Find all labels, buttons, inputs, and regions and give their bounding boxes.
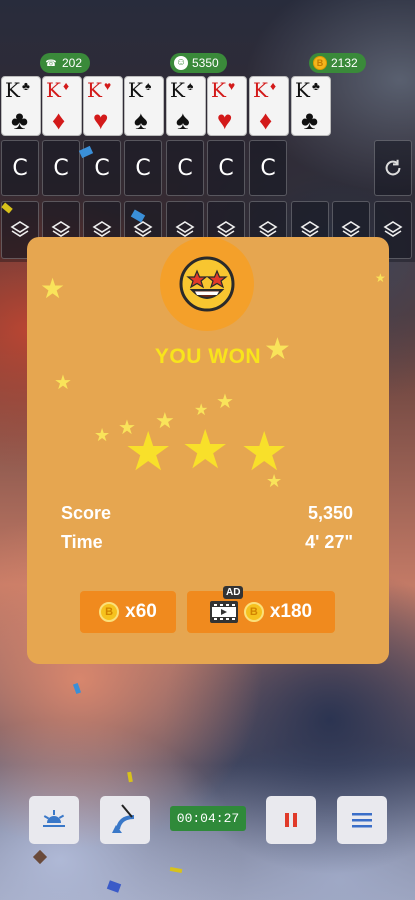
score-value: 5350 — [192, 56, 219, 70]
reward-multiplier: x60 — [125, 601, 157, 622]
coin-icon: B — [313, 56, 327, 70]
foundation-card[interactable]: K ♣ ♣ — [291, 76, 331, 136]
video-ad-icon — [209, 601, 238, 623]
earned-star-1-icon: ★ — [124, 422, 173, 482]
ad-reward-multiplier: x180 — [269, 601, 313, 622]
card-suit-small: ♥ — [104, 79, 112, 93]
foundation-card[interactable]: K ♦ ♦ — [42, 76, 82, 136]
card-rank: K — [170, 78, 185, 102]
tableau-slot[interactable]: C — [207, 140, 245, 196]
card-suit-large: ♥ — [217, 105, 233, 135]
card-rank: K — [211, 78, 226, 102]
ad-badge: AD — [223, 586, 244, 599]
refresh-icon — [385, 159, 401, 176]
coin-icon: B — [99, 602, 120, 622]
phone-icon: ☎ — [45, 58, 57, 68]
card-rank: K — [295, 78, 310, 102]
smiley-icon: ☺ — [174, 56, 188, 70]
tableau-slot[interactable]: C — [166, 140, 204, 196]
card-suit-small: ♠ — [187, 79, 194, 93]
moves-counter: ☎ 202 — [40, 53, 91, 73]
card-suit-large: ♦ — [52, 105, 66, 135]
time-label: Time — [61, 532, 103, 552]
sunrise-icon — [43, 810, 65, 827]
card-suit-small: ♣ — [22, 79, 30, 93]
foundation-card[interactable]: K ♠ ♠ — [166, 76, 206, 136]
decorative-star-icon: ★ — [216, 391, 234, 413]
card-rank: K — [87, 78, 102, 102]
card-suit-small: ♦ — [270, 79, 277, 93]
foundation-card[interactable]: K ♥ ♥ — [83, 76, 123, 136]
layers-icon — [383, 221, 403, 237]
layers-icon — [10, 221, 30, 237]
card-rank: K — [128, 78, 143, 102]
win-title: YOU WON — [154, 345, 262, 368]
tableau-slot[interactable]: C — [42, 140, 80, 196]
decorative-star-icon: ★ — [194, 402, 209, 419]
undo-button[interactable] — [100, 796, 150, 844]
coin-icon: B — [243, 602, 264, 622]
card-suit-small: ♠ — [145, 79, 152, 93]
tableau-slot[interactable]: C — [1, 140, 39, 196]
earned-star-2-icon: ★ — [181, 420, 230, 480]
card-rank: K — [253, 78, 268, 102]
card-suit-large: ♦ — [259, 105, 273, 135]
card-rank: K — [5, 78, 20, 102]
decorative-star-icon: ★ — [94, 425, 111, 445]
coins-counter: B 2132 — [309, 53, 366, 73]
star-struck-emoji-badge — [160, 237, 254, 331]
foundation-card[interactable]: K ♦ ♦ — [249, 76, 289, 136]
menu-button[interactable] — [337, 796, 387, 844]
card-suit-large: ♠ — [176, 105, 190, 135]
card-suit-small: ♥ — [228, 79, 236, 93]
decorative-star-icon: ★ — [40, 273, 66, 304]
card-suit-large: ♣ — [11, 105, 29, 135]
score-value-final: 5,350 — [307, 503, 353, 523]
pause-button[interactable] — [266, 796, 316, 844]
score-label: Score — [61, 503, 112, 523]
tableau-slot[interactable]: C — [249, 140, 287, 196]
foundation-card[interactable]: K ♣ ♣ — [1, 76, 41, 136]
decorative-star-icon: ★ — [264, 333, 291, 366]
tableau-slot[interactable]: C — [124, 140, 162, 196]
star-eyes-icon — [179, 256, 235, 312]
menu-icon — [352, 813, 372, 828]
card-rank: K — [46, 78, 61, 102]
score-counter: ☺ 5350 — [170, 53, 227, 73]
foundation-card[interactable]: K ♥ ♥ — [207, 76, 247, 136]
decorative-star-icon: ★ — [375, 271, 386, 285]
pause-icon — [285, 813, 297, 827]
watch-ad-reward-button[interactable]: AD B x180 — [187, 586, 335, 633]
card-suit-large: ♠ — [134, 105, 148, 135]
undo-icon — [112, 804, 135, 833]
moves-value: 202 — [62, 56, 83, 70]
refresh-button[interactable] — [374, 140, 412, 196]
card-suit-large: ♥ — [93, 105, 109, 135]
earned-star-3-icon: ★ — [240, 422, 289, 482]
decorative-star-icon: ★ — [54, 372, 72, 394]
time-value: 4' 27" — [305, 532, 353, 552]
card-suit-small: ♣ — [312, 79, 320, 93]
card-suit-small: ♦ — [63, 79, 70, 93]
foundation-card[interactable]: K ♠ ♠ — [124, 76, 164, 136]
game-timer: 00:04:27 — [170, 806, 246, 831]
hint-button[interactable] — [29, 796, 79, 844]
coins-value: 2132 — [331, 56, 358, 70]
collect-reward-button[interactable]: B x60 — [80, 591, 176, 633]
card-suit-large: ♣ — [301, 105, 319, 135]
